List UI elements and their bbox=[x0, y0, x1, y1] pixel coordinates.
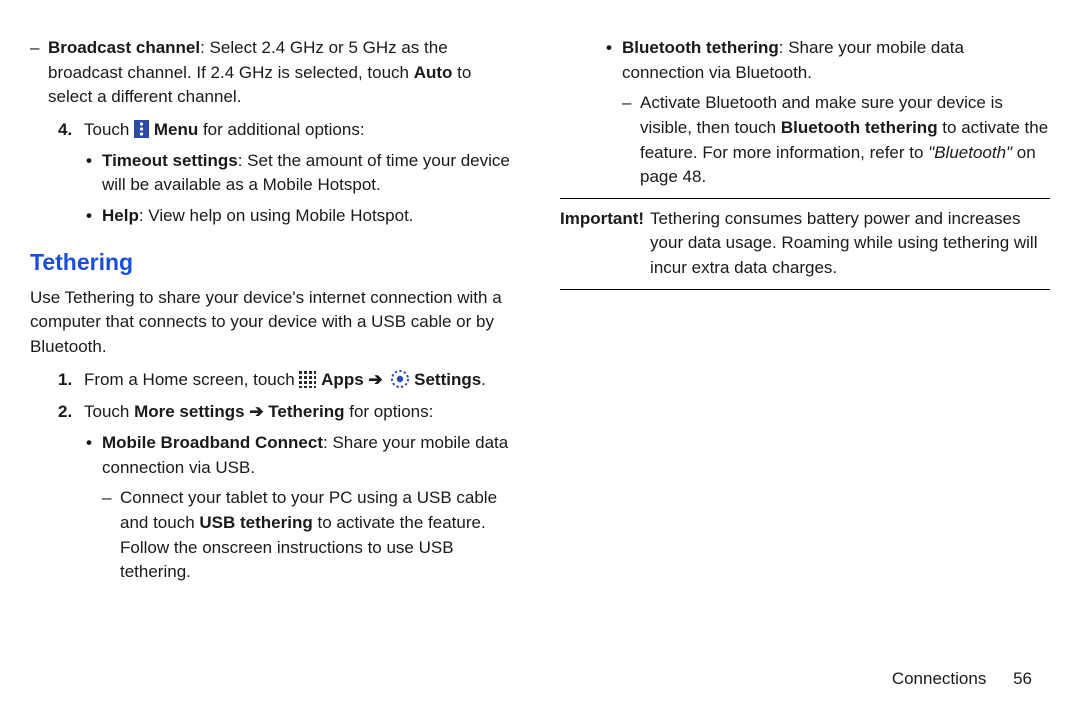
settings-icon bbox=[391, 370, 409, 388]
step-4: 4. Touch Menu for additional options: Ti… bbox=[58, 118, 520, 229]
page-footer: Connections 56 bbox=[892, 667, 1032, 692]
step-2-number: 2. bbox=[58, 400, 72, 425]
mbc-sub: Connect your tablet to your PC using a U… bbox=[102, 486, 520, 585]
important-note: Important! Tethering consumes battery po… bbox=[560, 198, 1050, 290]
step-2-more: More settings ➔ Tethering bbox=[134, 402, 344, 421]
step-1-settings: Settings bbox=[414, 370, 481, 389]
mbc-sub-item: Connect your tablet to your PC using a U… bbox=[102, 486, 520, 585]
bt-sub-ref: "Bluetooth" bbox=[928, 143, 1012, 162]
step-4-item: 4. Touch Menu for additional options: Ti… bbox=[58, 118, 520, 229]
tethering-step-2: 2. Touch More settings ➔ Tethering for o… bbox=[58, 400, 520, 584]
menu-icon bbox=[134, 120, 149, 138]
important-text: Tethering consumes battery power and inc… bbox=[650, 207, 1050, 281]
bt-label: Bluetooth tethering bbox=[622, 38, 779, 57]
step-4-options: Timeout settings: Set the amount of time… bbox=[84, 149, 520, 229]
step-1-arrow: ➔ bbox=[368, 370, 382, 389]
step-1-number: 1. bbox=[58, 368, 72, 393]
tethering-steps: 1. From a Home screen, touch Apps ➔ Sett… bbox=[58, 368, 520, 585]
step-4-text-a: Touch bbox=[84, 120, 134, 139]
important-label: Important! bbox=[560, 207, 650, 281]
footer-page: 56 bbox=[1013, 669, 1032, 688]
bt-sub-item: Activate Bluetooth and make sure your de… bbox=[622, 91, 1050, 190]
step-1-apps: Apps bbox=[321, 370, 368, 389]
apps-icon bbox=[299, 371, 316, 388]
broadcast-channel-label: Broadcast channel bbox=[48, 38, 200, 57]
timeout-label: Timeout settings bbox=[102, 151, 238, 170]
help-item: Help: View help on using Mobile Hotspot. bbox=[84, 204, 520, 229]
left-column: Broadcast channel: Select 2.4 GHz or 5 G… bbox=[30, 30, 520, 593]
step-2-a: Touch bbox=[84, 402, 134, 421]
bt-sub-bold: Bluetooth tethering bbox=[781, 118, 938, 137]
broadcast-channel-line: Broadcast channel: Select 2.4 GHz or 5 G… bbox=[30, 36, 520, 110]
help-label: Help bbox=[102, 206, 139, 225]
mbc-label: Mobile Broadband Connect bbox=[102, 433, 323, 452]
step-2-b: for options: bbox=[345, 402, 434, 421]
bt-item: Bluetooth tethering: Share your mobile d… bbox=[604, 36, 1050, 190]
tethering-heading: Tethering bbox=[30, 246, 520, 279]
tethering-options: Mobile Broadband Connect: Share your mob… bbox=[84, 431, 520, 585]
page-content: Broadcast channel: Select 2.4 GHz or 5 G… bbox=[0, 0, 1080, 593]
footer-section: Connections bbox=[892, 669, 987, 688]
tethering-step-1: 1. From a Home screen, touch Apps ➔ Sett… bbox=[58, 368, 520, 393]
help-text: : View help on using Mobile Hotspot. bbox=[139, 206, 414, 225]
bt-sub: Activate Bluetooth and make sure your de… bbox=[622, 91, 1050, 190]
step-4-number: 4. bbox=[58, 118, 72, 143]
step-1-a: From a Home screen, touch bbox=[84, 370, 299, 389]
broadcast-channel-auto: Auto bbox=[414, 63, 453, 82]
broadcast-channel-item: Broadcast channel: Select 2.4 GHz or 5 G… bbox=[30, 36, 520, 110]
bluetooth-tethering: Bluetooth tethering: Share your mobile d… bbox=[604, 36, 1050, 190]
step-4-text-b: for additional options: bbox=[198, 120, 364, 139]
tethering-intro: Use Tethering to share your device's int… bbox=[30, 286, 520, 360]
mbc-item: Mobile Broadband Connect: Share your mob… bbox=[84, 431, 520, 585]
step-1-period: . bbox=[481, 370, 486, 389]
right-column: Bluetooth tethering: Share your mobile d… bbox=[560, 30, 1050, 593]
mbc-sub-bold: USB tethering bbox=[199, 513, 312, 532]
step-4-menu: Menu bbox=[154, 120, 198, 139]
timeout-settings-item: Timeout settings: Set the amount of time… bbox=[84, 149, 520, 198]
